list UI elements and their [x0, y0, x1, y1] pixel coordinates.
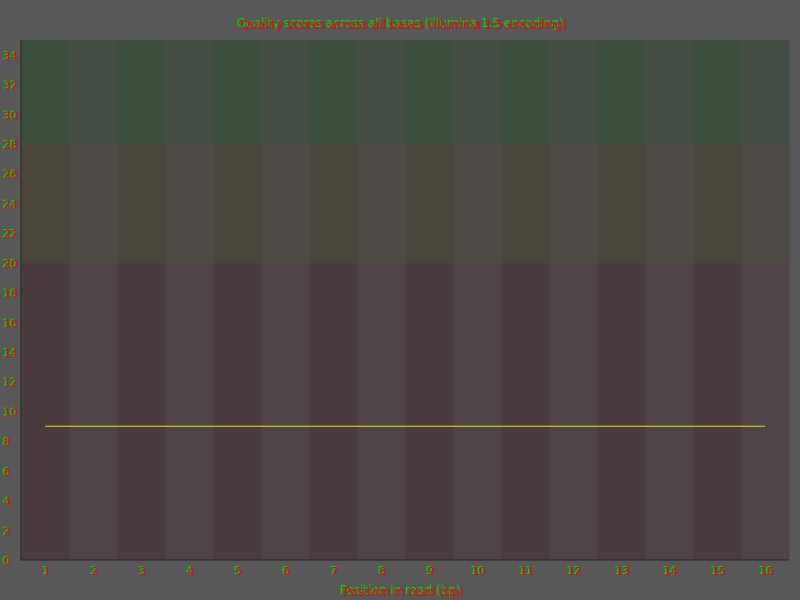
x-axis-label-overlay: Position in read (bp) [343, 585, 465, 599]
x-tick-label-overlay: 7 [332, 565, 339, 578]
quality-band-2-col-14 [645, 40, 694, 144]
x-tick-label-overlay: 5 [236, 565, 243, 578]
quality-band-0-col-15 [693, 262, 742, 560]
y-tick-label-overlay: 0 [4, 555, 11, 568]
quality-band-1-col-9 [405, 144, 454, 263]
quality-band-0-col-10 [453, 262, 502, 560]
quality-band-1-col-7 [309, 144, 358, 263]
x-tick-label-overlay: 11 [520, 565, 534, 578]
quality-band-0-col-5 [213, 262, 262, 560]
quality-band-0-col-3 [117, 262, 166, 560]
quality-band-1-col-2 [69, 144, 118, 263]
quality-band-0-col-13 [597, 262, 646, 560]
x-tick-label-overlay: 12 [568, 565, 582, 578]
quality-band-2-col-12 [549, 40, 598, 144]
y-tick-label-overlay: 20 [4, 258, 18, 271]
y-tick-label-overlay: 16 [4, 317, 18, 330]
x-tick-label-overlay: 8 [380, 565, 387, 578]
x-tick-label-overlay: 1 [44, 565, 51, 578]
quality-band-1-col-3 [117, 144, 166, 263]
y-tick-labels: 0022446688101012121414161618182020222224… [2, 49, 18, 568]
quality-band-0-col-16 [741, 262, 790, 560]
quality-band-2-col-1 [21, 40, 70, 144]
quality-band-1-col-11 [501, 144, 550, 263]
y-tick-label-overlay: 14 [4, 347, 18, 360]
x-tick-labels: 11 22 33 44 55 66 77 88 99 1010 1111 1212 1313 1414 15… [42, 564, 775, 578]
quality-band-1-col-8 [357, 144, 406, 263]
quality-band-2-col-13 [597, 40, 646, 144]
quality-band-1-col-1 [21, 144, 70, 263]
quality-plot: 0022446688101012121414161618182020222224… [2, 40, 790, 578]
quality-band-2-col-15 [693, 40, 742, 144]
quality-band-1-col-6 [261, 144, 310, 263]
quality-band-2-col-4 [165, 40, 214, 144]
quality-band-2-col-16 [741, 40, 790, 144]
quality-band-1-col-12 [549, 144, 598, 263]
y-tick-label-overlay: 4 [4, 496, 11, 509]
y-tick-label-overlay: 28 [4, 139, 18, 152]
x-tick-label-overlay: 9 [428, 565, 435, 578]
y-tick-label-overlay: 6 [4, 466, 11, 479]
quality-band-1-col-10 [453, 144, 502, 263]
x-tick-label-overlay: 16 [760, 565, 774, 578]
x-tick-label-overlay: 15 [712, 565, 726, 578]
quality-band-2-col-2 [69, 40, 118, 144]
quality-band-0-col-8 [357, 262, 406, 560]
quality-band-0-col-6 [261, 262, 310, 560]
quality-band-2-col-5 [213, 40, 262, 144]
quality-band-0-col-2 [69, 262, 118, 560]
x-tick-label-overlay: 10 [472, 565, 486, 578]
y-tick-label-overlay: 24 [4, 198, 18, 211]
quality-band-1-col-15 [693, 144, 742, 263]
y-tick-label-overlay: 34 [4, 50, 18, 63]
y-tick-label-overlay: 2 [4, 525, 11, 538]
x-tick-label-overlay: 4 [188, 565, 195, 578]
quality-band-2-col-9 [405, 40, 454, 144]
quality-band-0-col-1 [21, 262, 70, 560]
x-tick-label-overlay: 6 [284, 565, 291, 578]
quality-band-1-col-14 [645, 144, 694, 263]
x-tick-label-overlay: 14 [664, 565, 678, 578]
y-tick-label-overlay: 30 [4, 109, 18, 122]
quality-band-2-col-11 [501, 40, 550, 144]
y-tick-label-overlay: 26 [4, 169, 18, 182]
quality-band-2-col-8 [357, 40, 406, 144]
quality-band-0-col-14 [645, 262, 694, 560]
y-tick-label-overlay: 10 [4, 406, 18, 419]
quality-band-0-col-9 [405, 262, 454, 560]
quality-band-1-col-4 [165, 144, 214, 263]
y-tick-label-overlay: 32 [4, 80, 18, 93]
quality-bands [21, 40, 790, 560]
y-tick-label-overlay: 18 [4, 288, 18, 301]
quality-band-2-col-7 [309, 40, 358, 144]
x-tick-label-overlay: 13 [616, 565, 630, 578]
quality-band-0-col-4 [165, 262, 214, 560]
quality-band-1-col-16 [741, 144, 790, 263]
y-tick-label-overlay: 8 [4, 436, 11, 449]
quality-band-1-col-5 [213, 144, 262, 263]
quality-band-1-col-13 [597, 144, 646, 263]
quality-band-2-col-3 [117, 40, 166, 144]
x-tick-label-overlay: 2 [92, 565, 99, 578]
y-tick-label-overlay: 22 [4, 228, 18, 241]
quality-band-0-col-12 [549, 262, 598, 560]
quality-band-0-col-11 [501, 262, 550, 560]
quality-band-0-col-7 [309, 262, 358, 560]
y-tick-label-overlay: 12 [4, 377, 18, 390]
x-tick-label-overlay: 3 [140, 565, 147, 578]
quality-band-2-col-10 [453, 40, 502, 144]
quality-band-2-col-6 [261, 40, 310, 144]
